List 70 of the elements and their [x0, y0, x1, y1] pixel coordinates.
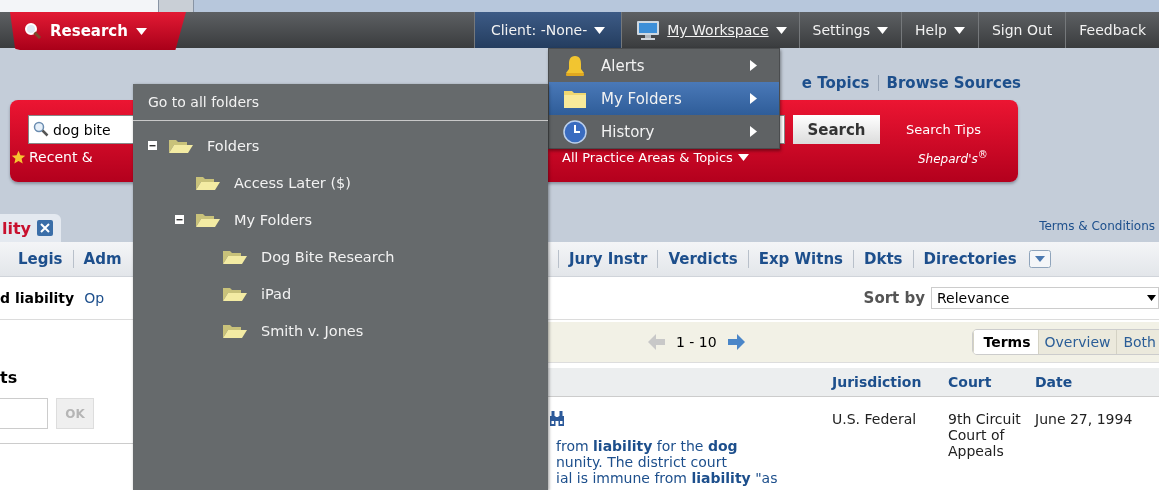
folder-icon	[222, 248, 248, 265]
recent-link[interactable]: Recent &	[29, 149, 93, 165]
all-folders-link[interactable]: Go to all folders	[133, 84, 548, 121]
column-header[interactable]: Date	[1035, 374, 1159, 390]
sort-dropdown[interactable]: Relevance	[931, 287, 1159, 309]
collapse-icon[interactable]	[148, 141, 157, 150]
source-link[interactable]: Adm	[72, 250, 132, 268]
source-link[interactable]: Verdicts	[657, 250, 748, 268]
folder-icon	[563, 88, 587, 109]
collapse-icon[interactable]	[175, 215, 184, 224]
column-header[interactable]: Court	[948, 374, 1035, 390]
menu-item[interactable]: My Folders	[549, 82, 779, 115]
panel-heading: ts	[0, 368, 19, 389]
shepards-link[interactable]: Shepard's$^{®}$	[918, 148, 988, 166]
folder-icon	[222, 322, 248, 339]
view-tab[interactable]: Both	[1116, 330, 1159, 354]
browse-link[interactable]: e Topics	[801, 74, 870, 92]
view-tab[interactable]: Overview	[1037, 330, 1117, 354]
search-icon	[24, 22, 42, 40]
submenu-arrow-icon	[750, 60, 757, 71]
caret-icon	[737, 153, 749, 161]
practice-area-dropdown[interactable]: All Practice Areas & Topics	[562, 149, 749, 165]
menu-item[interactable]: Alerts	[549, 49, 779, 82]
close-icon[interactable]	[37, 220, 54, 236]
terms-link[interactable]: Terms & Conditions	[1039, 219, 1155, 233]
folder-item[interactable]: iPad	[133, 275, 548, 312]
search-icon	[33, 121, 49, 137]
caret-icon	[1147, 295, 1156, 301]
view-tab[interactable]: Terms	[972, 330, 1038, 354]
source-link[interactable]: Jury Instr	[558, 250, 658, 268]
menu-item[interactable]: History	[549, 115, 779, 148]
source-link[interactable]: Exp Witns	[747, 250, 853, 268]
folder-icon	[195, 174, 221, 191]
binoculars-icon[interactable]	[550, 411, 564, 427]
column-header[interactable]: Jurisdiction	[832, 374, 948, 390]
result-snippet: from liability for the dog nunity. The district court ial is immune from liability "as	[556, 438, 779, 486]
table-cell-text: U.S. Federal	[832, 411, 918, 429]
input-field[interactable]	[0, 398, 48, 429]
folder-item[interactable]: Folders	[133, 127, 548, 164]
folder-item[interactable]: Smith v. Jones	[133, 312, 548, 349]
source-link[interactable]: Directories	[912, 250, 1027, 268]
result-tab[interactable]: lity	[0, 214, 62, 242]
bell-icon	[563, 54, 587, 77]
options-link[interactable]: Op	[84, 290, 105, 306]
query-text: d liability	[0, 290, 75, 306]
star-icon	[11, 149, 26, 165]
source-link[interactable]: Legis	[18, 250, 73, 268]
search-button[interactable]: Search	[793, 115, 880, 144]
caret-icon	[135, 27, 147, 35]
monitor-icon	[636, 20, 661, 40]
nav-menu[interactable]: Client: -None-	[473, 12, 622, 48]
table-cell-text: 9th Circuit Court of Appeals	[948, 411, 1022, 461]
folder-icon	[222, 285, 248, 302]
sort-label: Sort by	[863, 289, 925, 307]
dropdown-icon[interactable]	[1028, 250, 1051, 268]
folder-icon	[168, 137, 194, 154]
next-arrow-icon[interactable]	[726, 334, 745, 350]
folder-icon	[195, 211, 221, 228]
research-menu[interactable]: Research	[10, 12, 186, 50]
table-cell-text: June 27, 1994	[1035, 411, 1134, 429]
submenu-arrow-icon	[750, 93, 757, 104]
search-tips-link[interactable]: Search Tips	[906, 122, 981, 137]
page-range: 1 - 10	[676, 334, 717, 350]
browse-link[interactable]: Browse Sources	[886, 74, 1021, 92]
folder-item[interactable]: Dog Bite Research	[133, 238, 548, 275]
clock-icon	[563, 119, 587, 144]
source-link[interactable]: Dkts	[853, 250, 913, 268]
folder-item[interactable]: Access Later ($)	[133, 164, 548, 201]
folder-item[interactable]: My Folders	[133, 201, 548, 238]
submenu-arrow-icon	[750, 126, 757, 137]
